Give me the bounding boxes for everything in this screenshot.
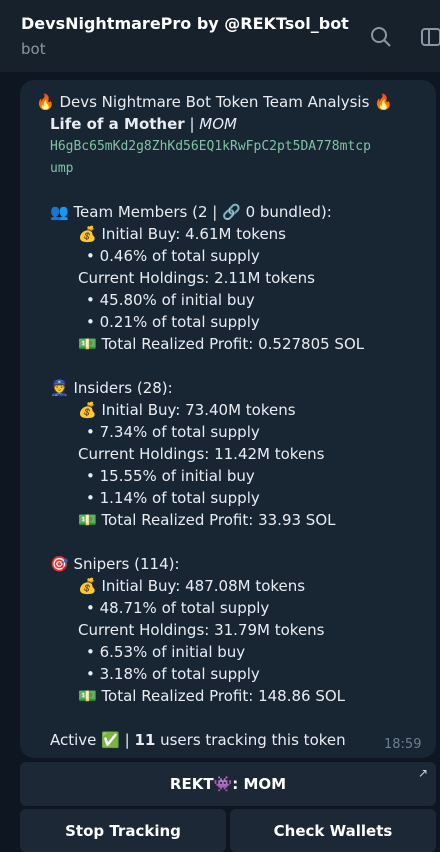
insiders-initial-buy: 💰 Initial Buy: 73.40M tokens bbox=[78, 401, 296, 419]
stop-tracking-button[interactable]: Stop Tracking bbox=[20, 809, 226, 852]
insiders-pct-initial: • 15.55% of initial buy bbox=[86, 467, 255, 485]
chat-title[interactable]: DevsNightmarePro by @REKTsol_bot bbox=[21, 14, 349, 33]
team-initial-supply: • 0.46% of total supply bbox=[86, 247, 260, 265]
message-heading: 🔥 Devs Nightmare Bot Token Team Analysis… bbox=[36, 93, 393, 111]
snipers-current-holdings: Current Holdings: 31.79M tokens bbox=[78, 621, 325, 639]
team-current-holdings: Current Holdings: 2.11M tokens bbox=[78, 269, 315, 287]
snipers-initial-buy: 💰 Initial Buy: 487.08M tokens bbox=[78, 577, 306, 595]
sidebar-toggle-icon[interactable] bbox=[420, 26, 440, 52]
insiders-pct-supply: • 1.14% of total supply bbox=[86, 489, 260, 507]
team-pct-initial: • 45.80% of initial buy bbox=[86, 291, 255, 309]
token-name: Life of a Mother bbox=[50, 115, 185, 133]
check-wallets-label: Check Wallets bbox=[273, 821, 393, 840]
search-icon[interactable] bbox=[370, 26, 392, 52]
status-suffix: users tracking this token bbox=[160, 731, 346, 749]
snipers-pct-supply: • 3.18% of total supply bbox=[86, 665, 260, 683]
team-initial-buy: 💰 Initial Buy: 4.61M tokens bbox=[78, 225, 286, 243]
token-address-line1[interactable]: H6gBc65mKd2g8ZhKd56EQ1kRwFpC2pt5DA778mtc… bbox=[50, 137, 371, 157]
insiders-profit: 💵 Total Realized Profit: 33.93 SOL bbox=[78, 511, 336, 529]
rekt-mom-button[interactable]: REKT👾: MOM ↗ bbox=[20, 762, 436, 806]
team-members-header: 👥 Team Members (2 | 🔗 0 bundled): bbox=[50, 203, 332, 221]
chat-subtitle: bot bbox=[21, 40, 46, 58]
team-profit: 💵 Total Realized Profit: 0.527805 SOL bbox=[78, 335, 365, 353]
insiders-initial-supply: • 7.34% of total supply bbox=[86, 423, 260, 441]
tracking-status: Active ✅ | 11 users tracking this token bbox=[50, 730, 346, 750]
insiders-header: 👮 Insiders (28): bbox=[50, 379, 173, 397]
insiders-current-holdings: Current Holdings: 11.42M tokens bbox=[78, 445, 325, 463]
tracking-count: 11 bbox=[134, 731, 156, 749]
external-link-icon: ↗ bbox=[417, 766, 428, 780]
check-wallets-button[interactable]: Check Wallets bbox=[230, 809, 436, 852]
token-title: Life of a Mother | MOM bbox=[50, 114, 237, 134]
chat-header: DevsNightmarePro by @REKTsol_bot bot bbox=[0, 0, 440, 72]
snipers-pct-initial: • 6.53% of initial buy bbox=[86, 643, 246, 661]
rekt-mom-label: REKT👾: MOM bbox=[169, 775, 287, 793]
token-ticker: MOM bbox=[199, 115, 237, 133]
team-pct-supply: • 0.21% of total supply bbox=[86, 313, 260, 331]
snipers-header: 🎯 Snipers (114): bbox=[50, 555, 180, 573]
status-prefix: Active ✅ | bbox=[50, 731, 130, 749]
snipers-initial-supply: • 48.71% of total supply bbox=[86, 599, 270, 617]
snipers-profit: 💵 Total Realized Profit: 148.86 SOL bbox=[78, 687, 346, 705]
message-time: 18:59 bbox=[384, 737, 422, 752]
stop-tracking-label: Stop Tracking bbox=[65, 821, 181, 840]
title-separator: | bbox=[189, 115, 195, 133]
token-address-line2[interactable]: ump bbox=[50, 159, 73, 179]
